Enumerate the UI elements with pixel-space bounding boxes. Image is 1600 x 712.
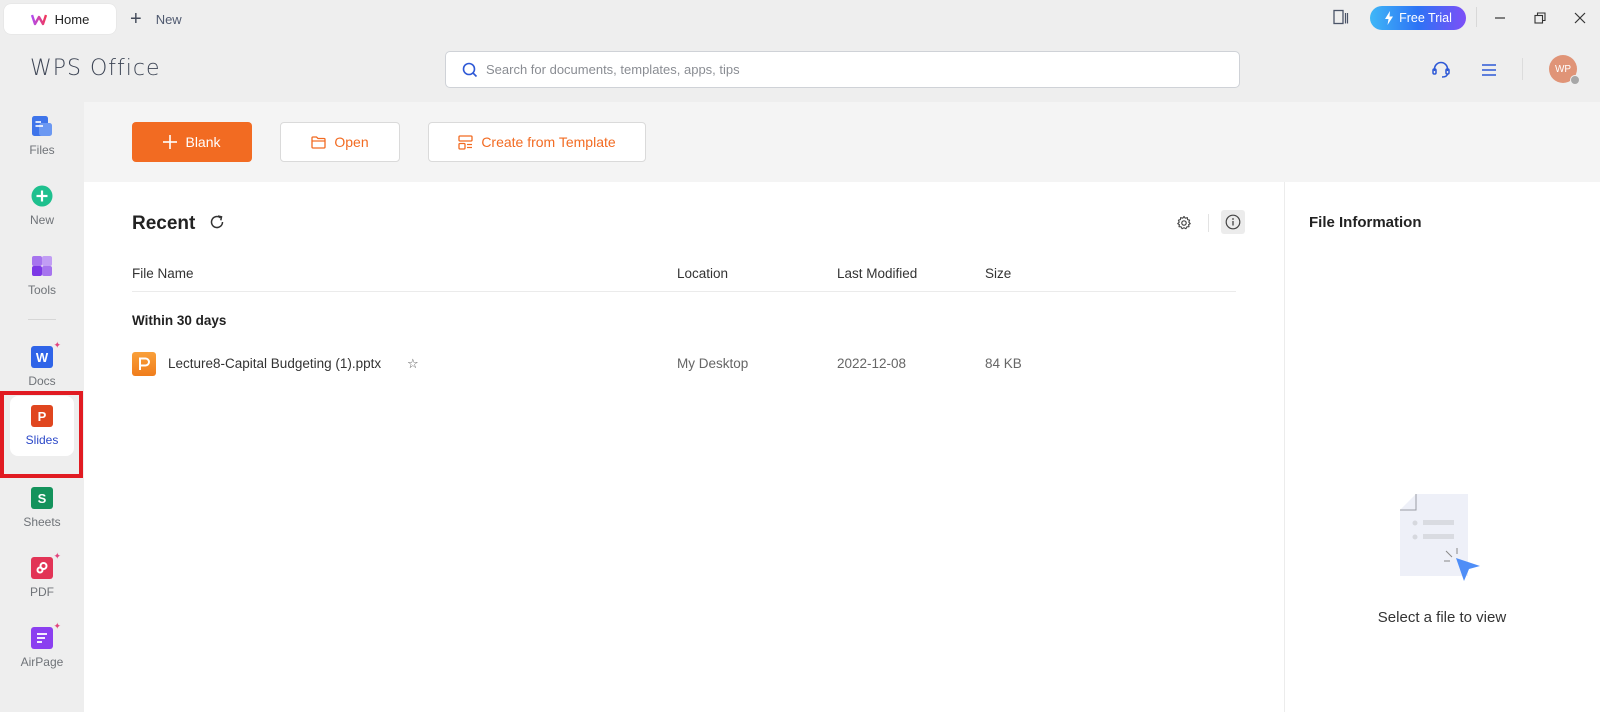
- sidebar-item-slides[interactable]: P Slides: [10, 396, 74, 456]
- blank-button[interactable]: Blank: [132, 122, 252, 162]
- sidebar-label: Files: [29, 143, 55, 157]
- sidebar-item-pdf[interactable]: ✦ PDF: [10, 548, 74, 608]
- tools-icon: [32, 256, 52, 276]
- file-row[interactable]: Lecture8-Capital Budgeting (1).pptx ☆ My…: [126, 347, 1238, 381]
- pdf-icon: ✦: [31, 551, 61, 579]
- column-header-location[interactable]: Location: [677, 266, 728, 281]
- template-icon: [458, 134, 473, 150]
- search-input[interactable]: [486, 62, 1186, 77]
- tab-new[interactable]: + New: [130, 6, 182, 32]
- file-name: Lecture8-Capital Budgeting (1).pptx: [168, 356, 382, 371]
- free-trial-button[interactable]: Free Trial: [1370, 6, 1466, 30]
- sidebar-item-new[interactable]: New: [10, 176, 74, 236]
- empty-document-illustration: [1400, 494, 1480, 581]
- sidebar-divider: [28, 319, 56, 320]
- reader-mode-icon[interactable]: [1333, 9, 1349, 25]
- airpage-icon: ✦: [31, 621, 61, 649]
- app-logo: WPS Office: [30, 56, 161, 81]
- new-icon: [31, 185, 53, 207]
- wps-logo-icon: [30, 14, 47, 26]
- tab-home[interactable]: Home: [4, 4, 116, 34]
- sidebar-label: Tools: [27, 283, 56, 297]
- folder-icon: [311, 135, 327, 149]
- sidebar-label: AirPage: [20, 655, 64, 669]
- sidebar-label: New: [29, 213, 54, 227]
- support-button[interactable]: [1430, 59, 1452, 81]
- sparkle-icon: ✦: [53, 621, 61, 631]
- settings-button[interactable]: [1172, 211, 1196, 235]
- recent-files-panel: [84, 182, 1284, 712]
- docs-icon: W ✦: [31, 340, 61, 368]
- sidebar-item-files[interactable]: Files: [10, 106, 74, 166]
- header-divider: [1522, 58, 1523, 80]
- open-button[interactable]: Open: [280, 122, 400, 162]
- hamburger-menu-icon: [1482, 64, 1496, 76]
- info-icon: [1225, 214, 1241, 230]
- restore-icon: [1534, 12, 1546, 24]
- file-info-toggle-button[interactable]: [1221, 210, 1245, 234]
- sparkle-icon: ✦: [53, 340, 61, 350]
- file-location: My Desktop: [677, 356, 749, 371]
- tab-new-label: New: [155, 11, 182, 27]
- plus-icon: +: [130, 8, 142, 30]
- plus-icon: [163, 135, 178, 149]
- title-bar: Home + New Free Trial: [0, 0, 1600, 36]
- sidebar-label: PDF: [30, 585, 54, 599]
- empty-state-text: Select a file to view: [1377, 609, 1507, 626]
- sidebar-item-sheets[interactable]: S Sheets: [10, 478, 74, 538]
- slides-icon: P: [31, 405, 53, 427]
- sidebar: Files New Tools W ✦ Docs P Slides S Sheet…: [0, 100, 83, 712]
- avatar-initials: WP: [1554, 63, 1572, 75]
- sidebar-label: Sheets: [23, 515, 61, 529]
- gear-icon: [1177, 215, 1191, 230]
- lightning-icon: [1385, 11, 1394, 25]
- blank-button-label: Blank: [185, 134, 221, 150]
- minimize-icon: [1495, 17, 1505, 19]
- sparkle-icon: ✦: [53, 551, 61, 561]
- close-icon: [1574, 12, 1586, 24]
- file-size: 84 KB: [985, 356, 1022, 371]
- create-from-template-button[interactable]: Create from Template: [428, 122, 646, 162]
- sidebar-label: Slides: [25, 433, 59, 447]
- column-header-last-modified[interactable]: Last Modified: [837, 266, 917, 281]
- sidebar-label: Docs: [28, 374, 56, 388]
- refresh-icon[interactable]: [208, 213, 226, 231]
- file-info-panel: [1284, 182, 1600, 712]
- column-header-file-name[interactable]: File Name: [132, 266, 194, 281]
- recent-title: Recent: [132, 213, 196, 234]
- files-icon: [32, 116, 52, 136]
- free-trial-label: Free Trial: [1399, 11, 1452, 25]
- toolbar-divider: [1208, 214, 1209, 232]
- sidebar-item-tools[interactable]: Tools: [10, 246, 74, 306]
- group-title: Within 30 days: [132, 313, 227, 328]
- header-divider-line: [132, 291, 1236, 292]
- sidebar-item-docs[interactable]: W ✦ Docs: [10, 337, 74, 397]
- titlebar-divider: [1476, 7, 1477, 27]
- close-button[interactable]: [1566, 6, 1594, 30]
- sidebar-item-airpage[interactable]: ✦ AirPage: [10, 618, 74, 678]
- headset-icon: [1432, 61, 1450, 78]
- pptx-file-icon: [132, 352, 156, 376]
- restore-button[interactable]: [1526, 6, 1554, 30]
- search-box[interactable]: [445, 51, 1240, 88]
- sheets-icon: S: [31, 487, 53, 509]
- search-icon: [462, 62, 478, 77]
- open-button-label: Open: [334, 134, 369, 150]
- file-info-title: File Information: [1309, 214, 1422, 231]
- template-button-label: Create from Template: [481, 134, 616, 150]
- star-icon[interactable]: ☆: [407, 356, 419, 372]
- minimize-button[interactable]: [1486, 6, 1514, 30]
- column-header-size[interactable]: Size: [985, 266, 1011, 281]
- tab-home-label: Home: [54, 11, 90, 27]
- avatar-status-badge: [1570, 75, 1580, 85]
- menu-button[interactable]: [1478, 59, 1500, 81]
- file-last-modified: 2022-12-08: [837, 356, 907, 371]
